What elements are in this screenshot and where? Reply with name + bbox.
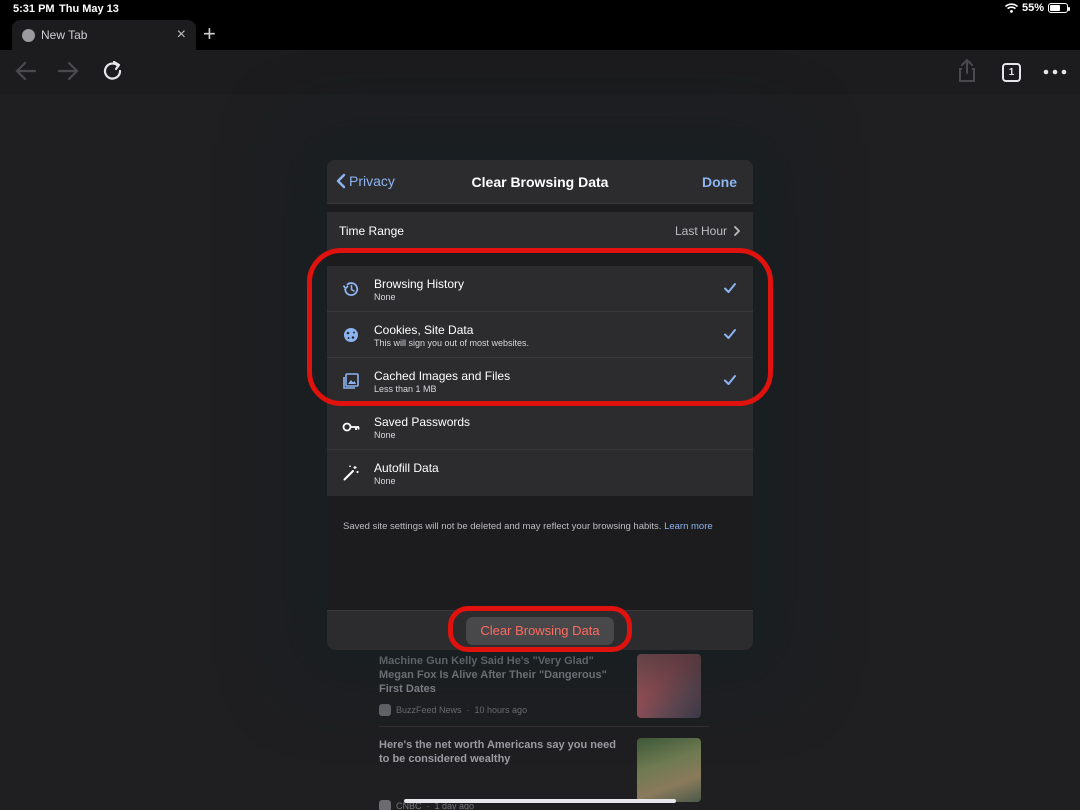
tab-new-tab[interactable]: New Tab × bbox=[12, 20, 196, 50]
status-date: Thu May 13 bbox=[59, 3, 119, 15]
news-card-0[interactable]: Machine Gun Kelly Said He's "Very Glad" … bbox=[379, 654, 709, 718]
time-range-value: Last Hour bbox=[674, 224, 727, 238]
list-item-saved-passwords[interactable]: Saved Passwords None bbox=[327, 404, 753, 450]
sheet-title: Clear Browsing Data bbox=[471, 174, 609, 190]
sheet-nav-bar: Privacy Clear Browsing Data Done bbox=[327, 160, 753, 204]
news-time: 10 hours ago bbox=[474, 705, 528, 715]
reload-icon[interactable] bbox=[101, 58, 125, 84]
news-thumbnail bbox=[637, 738, 701, 802]
globe-icon bbox=[22, 28, 35, 42]
wifi-icon bbox=[1004, 3, 1018, 13]
tab-strip: New Tab × + bbox=[0, 18, 1080, 50]
learn-more-link[interactable]: Learn more bbox=[664, 521, 713, 532]
tab-switcher-button[interactable]: 1 bbox=[1002, 63, 1021, 82]
time-range-label: Time Range bbox=[339, 224, 404, 238]
status-bar: 5:31 PM Thu May 13 55% bbox=[0, 0, 1080, 18]
more-menu-icon[interactable] bbox=[1043, 69, 1067, 75]
item-title: Autofill Data bbox=[374, 461, 439, 475]
news-headline: Machine Gun Kelly Said He's "Very Glad" … bbox=[379, 655, 607, 695]
back-arrow-icon[interactable] bbox=[14, 58, 38, 84]
browser-toolbar: 1 bbox=[0, 50, 1080, 94]
magic-wand-icon bbox=[343, 465, 359, 481]
news-thumbnail bbox=[637, 654, 701, 718]
tab-title: New Tab bbox=[41, 28, 88, 42]
done-button[interactable]: Done bbox=[702, 174, 737, 190]
news-headline: Here's the net worth Americans say you n… bbox=[379, 739, 616, 765]
footnote: Saved site settings will not be deleted … bbox=[343, 520, 737, 533]
list-item-autofill-data[interactable]: Autofill Data None bbox=[327, 450, 753, 496]
chevron-right-icon bbox=[734, 226, 740, 236]
new-tab-button[interactable]: + bbox=[203, 21, 216, 47]
news-divider bbox=[379, 726, 709, 727]
home-indicator[interactable] bbox=[404, 799, 676, 803]
highlight-clear-button bbox=[448, 606, 632, 652]
key-icon bbox=[342, 422, 360, 432]
battery-percent: 55% bbox=[1021, 2, 1044, 14]
news-source: BuzzFeed News bbox=[396, 705, 462, 715]
share-icon[interactable] bbox=[956, 58, 978, 84]
status-right: 55% bbox=[1004, 2, 1070, 14]
status-time: 5:31 PM bbox=[13, 3, 55, 15]
item-subtitle: None bbox=[374, 430, 396, 440]
source-icon bbox=[379, 800, 391, 810]
highlight-selected-items bbox=[307, 248, 773, 406]
item-subtitle: None bbox=[374, 476, 396, 486]
news-separator: · bbox=[466, 705, 470, 715]
battery-icon bbox=[1048, 3, 1070, 13]
item-title: Saved Passwords bbox=[374, 415, 471, 429]
footnote-text: Saved site settings will not be deleted … bbox=[343, 521, 662, 532]
close-icon[interactable]: × bbox=[177, 26, 186, 44]
time-range-row[interactable]: Time Range Last Hour bbox=[327, 212, 753, 250]
source-icon bbox=[379, 704, 391, 716]
forward-arrow-icon[interactable] bbox=[56, 58, 80, 84]
